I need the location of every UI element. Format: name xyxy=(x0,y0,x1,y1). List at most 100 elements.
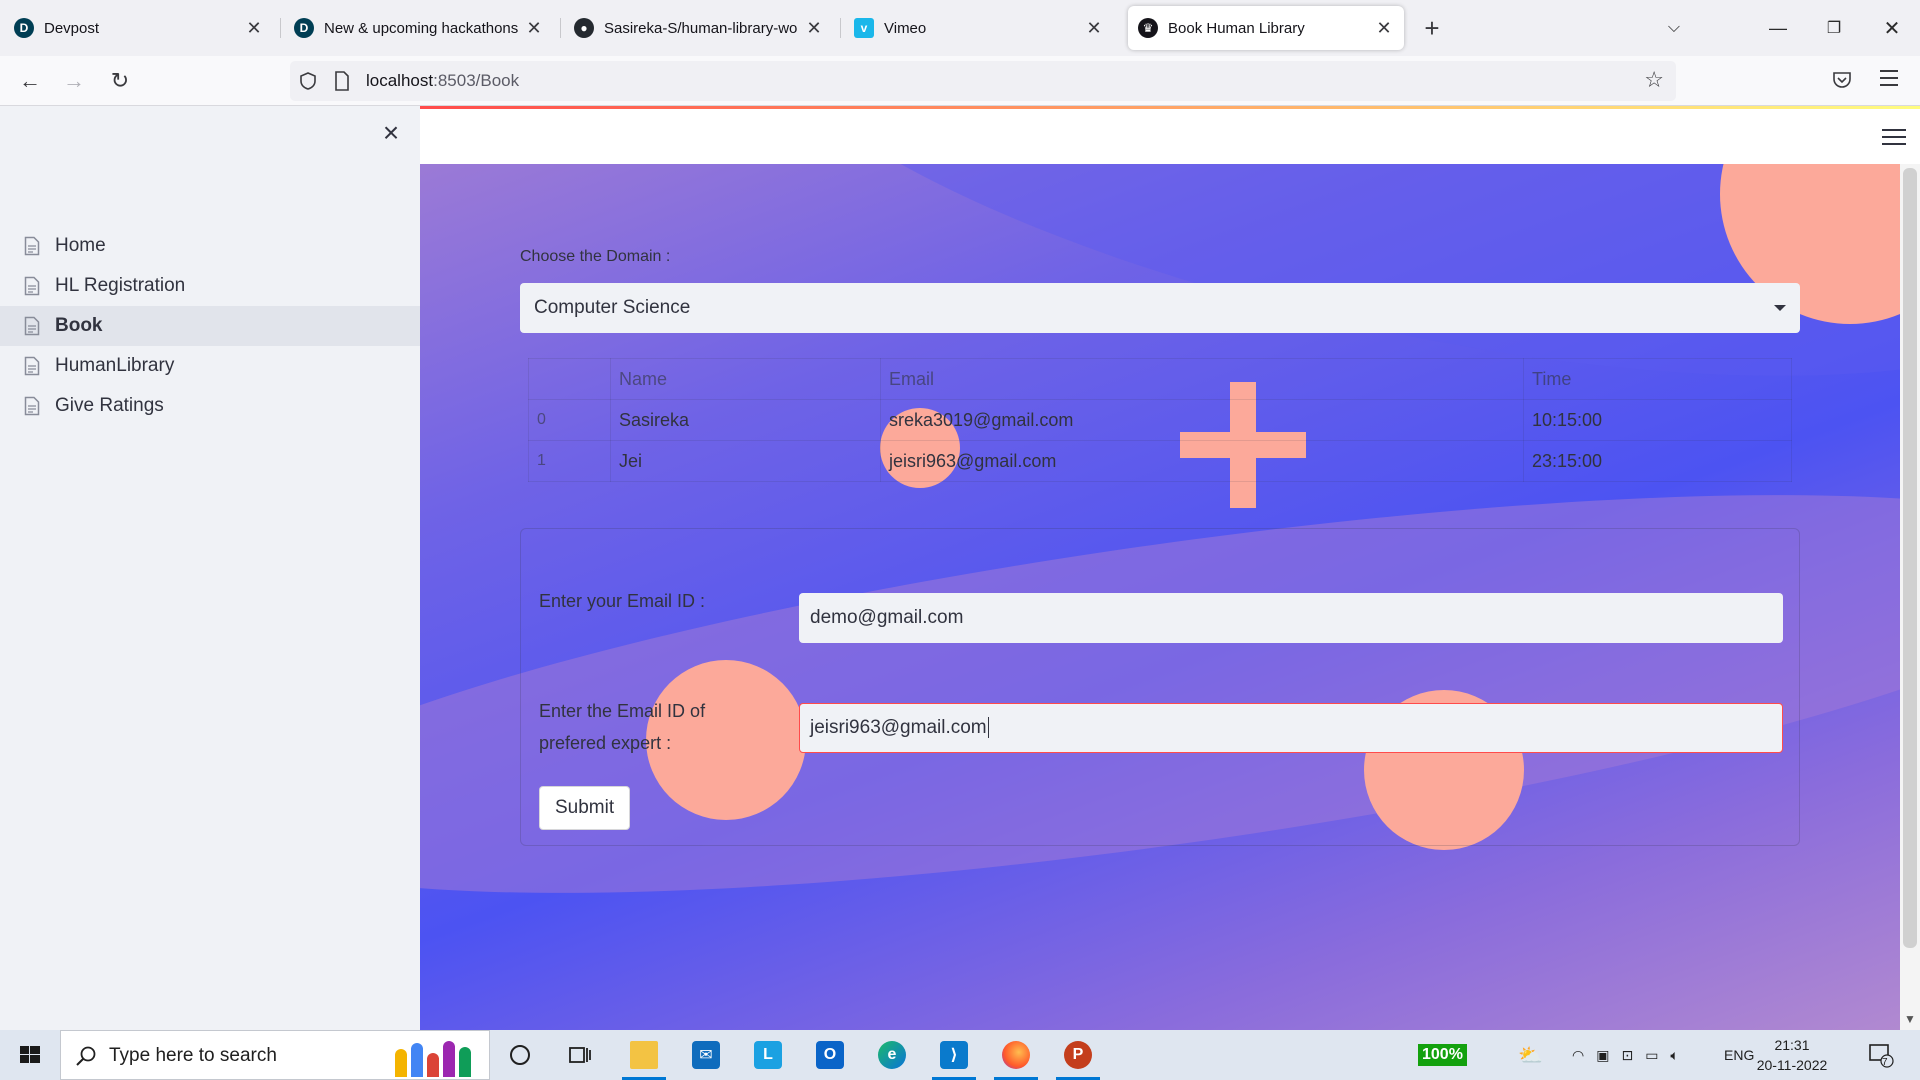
devpost-icon: D xyxy=(294,18,314,38)
app-menu-icon[interactable] xyxy=(1880,70,1898,86)
sidebar-item-home[interactable]: Home xyxy=(0,226,420,266)
document-icon xyxy=(24,236,40,256)
notifications-icon[interactable]: 7 xyxy=(1868,1030,1894,1080)
taskbar-clock[interactable]: 21:31 20-11-2022 xyxy=(1752,1035,1832,1075)
cortana-icon[interactable] xyxy=(492,1030,548,1080)
mail-icon[interactable]: ✉ xyxy=(678,1030,734,1080)
language-indicator[interactable]: ENG xyxy=(1724,1030,1754,1080)
windows-start-icon[interactable] xyxy=(8,1039,52,1071)
column-header xyxy=(528,358,611,400)
table-header-row: Name Email Time xyxy=(528,358,1792,400)
expert-email-field[interactable]: jeisri963@gmail.com xyxy=(799,703,1783,753)
app-header xyxy=(420,109,1920,164)
close-tab-icon[interactable]: ✕ xyxy=(804,18,824,39)
tab-title: Book Human Library xyxy=(1168,19,1305,37)
table-row[interactable]: 1 Jei jeisri963@gmail.com 23:15:00 xyxy=(528,440,1792,482)
sidebar-nav: Home HL Registration Book HumanLibrary G… xyxy=(0,226,420,426)
close-sidebar-icon[interactable]: × xyxy=(378,119,404,147)
address-bar[interactable]: localhost:8503/Book ☆ xyxy=(290,61,1676,101)
tab-book-human-library[interactable]: ♛ Book Human Library ✕ xyxy=(1128,6,1404,50)
booking-table[interactable]: Name Email Time 0 Sasireka sreka3019@gma… xyxy=(528,358,1792,482)
tab-title: New & upcoming hackathons · [ xyxy=(324,19,518,37)
sidebar-item-label: Give Ratings xyxy=(55,395,164,416)
tab-hackathons[interactable]: D New & upcoming hackathons · [ ✕ xyxy=(284,6,554,50)
forward-icon[interactable]: → xyxy=(58,65,90,97)
windows-taskbar: Type here to search ✉ L O e ⟩ P 100% ⛅ ◠… xyxy=(0,1030,1920,1080)
page-scrollbar[interactable]: ▼ xyxy=(1900,164,1920,1030)
firefox-icon[interactable] xyxy=(988,1030,1044,1080)
new-tab-button[interactable]: + xyxy=(1416,12,1448,44)
document-icon xyxy=(24,316,40,336)
sidebar-item-label: Book xyxy=(55,315,103,336)
battery-indicator[interactable]: 100% xyxy=(1418,1030,1467,1080)
powerpoint-icon[interactable]: P xyxy=(1050,1030,1106,1080)
close-tab-icon[interactable]: ✕ xyxy=(1084,18,1104,39)
tab-github[interactable]: ● Sasireka-S/human-library-world ✕ xyxy=(564,6,834,50)
meet-now-icon: ▣ xyxy=(1596,1046,1610,1063)
back-icon[interactable]: ← xyxy=(14,65,46,97)
sidebar-item-humanlibrary[interactable]: HumanLibrary xyxy=(0,346,420,386)
pocket-icon[interactable] xyxy=(1832,71,1852,89)
close-tab-icon[interactable]: ✕ xyxy=(244,18,264,39)
restore-icon[interactable]: ❐ xyxy=(1806,0,1862,56)
chevron-down-icon xyxy=(1774,305,1786,311)
document-icon xyxy=(24,356,40,376)
list-all-tabs-icon[interactable]: ⌵ xyxy=(1646,0,1702,56)
bookmark-star-icon[interactable]: ☆ xyxy=(1644,67,1664,93)
l-app-icon[interactable]: L xyxy=(740,1030,796,1080)
close-window-icon[interactable]: ✕ xyxy=(1864,0,1920,56)
vscode-icon[interactable]: ⟩ xyxy=(926,1030,982,1080)
display-icon: ⊡ xyxy=(1621,1046,1634,1063)
tab-title: Devpost xyxy=(44,19,100,37)
sidebar-item-label: Home xyxy=(55,235,106,256)
battery-icon: ▭ xyxy=(1645,1046,1659,1063)
reload-icon[interactable]: ↻ xyxy=(104,65,136,97)
sidebar-item-label: HL Registration xyxy=(55,275,186,296)
task-view-icon[interactable] xyxy=(552,1030,608,1080)
file-explorer-icon[interactable] xyxy=(616,1030,672,1080)
sidebar-item-hl-registration[interactable]: HL Registration xyxy=(0,266,420,306)
devpost-icon: D xyxy=(14,18,34,38)
cell-name: Sasireka xyxy=(610,399,881,441)
url-text: localhost:8503/Book xyxy=(366,71,520,90)
browser-tab-strip: D Devpost ✕ D New & upcoming hackathons … xyxy=(0,0,1920,56)
expert-email-label: Enter the Email ID of prefered expert : xyxy=(539,701,706,753)
email-field[interactable]: demo@gmail.com xyxy=(799,593,1783,643)
email-label: Enter your Email ID : xyxy=(539,591,706,611)
main-content: ▼ Choose the Domain : Computer Science N… xyxy=(420,106,1920,1030)
submit-button[interactable]: Submit xyxy=(539,786,631,830)
row-index: 0 xyxy=(528,399,611,441)
tab-vimeo[interactable]: v Vimeo ✕ xyxy=(844,6,1114,50)
taskbar-search-box[interactable]: Type here to search xyxy=(60,1030,490,1080)
shield-icon[interactable] xyxy=(298,71,318,91)
edge-icon[interactable]: e xyxy=(864,1030,920,1080)
domain-select-value: Computer Science xyxy=(534,297,691,318)
cell-time: 10:15:00 xyxy=(1523,399,1792,441)
table-row[interactable]: 0 Sasireka sreka3019@gmail.com 10:15:00 xyxy=(528,399,1792,441)
vimeo-icon: v xyxy=(854,18,874,38)
cell-email: sreka3019@gmail.com xyxy=(880,399,1524,441)
outlook-icon[interactable]: O xyxy=(802,1030,858,1080)
main-menu-icon[interactable] xyxy=(1882,129,1906,147)
close-tab-icon[interactable]: ✕ xyxy=(524,18,544,39)
system-tray-icons[interactable]: ◠ ▣ ⊡ ▭ 🔈︎ xyxy=(1572,1030,1679,1080)
document-icon xyxy=(24,396,40,416)
sidebar-item-give-ratings[interactable]: Give Ratings xyxy=(0,386,420,426)
domain-select[interactable]: Computer Science xyxy=(520,283,1800,333)
sidebar-item-book[interactable]: Book xyxy=(0,306,420,346)
text-cursor xyxy=(987,717,989,739)
weather-icon[interactable]: ⛅ xyxy=(1518,1030,1543,1080)
scroll-down-icon[interactable]: ▼ xyxy=(1900,1012,1920,1026)
cell-time: 23:15:00 xyxy=(1523,440,1792,482)
minimize-icon[interactable]: — xyxy=(1750,0,1806,56)
tab-devpost[interactable]: D Devpost ✕ xyxy=(4,6,274,50)
scrollbar-thumb[interactable] xyxy=(1903,168,1917,948)
row-index: 1 xyxy=(528,440,611,482)
close-tab-icon[interactable]: ✕ xyxy=(1374,18,1394,39)
volume-icon: 🔈︎ xyxy=(1670,1046,1679,1063)
cell-name: Jei xyxy=(610,440,881,482)
domain-label: Choose the Domain : xyxy=(520,248,671,265)
page-icon[interactable] xyxy=(334,71,350,91)
github-icon: ● xyxy=(574,18,594,38)
column-header: Time xyxy=(1523,358,1792,400)
